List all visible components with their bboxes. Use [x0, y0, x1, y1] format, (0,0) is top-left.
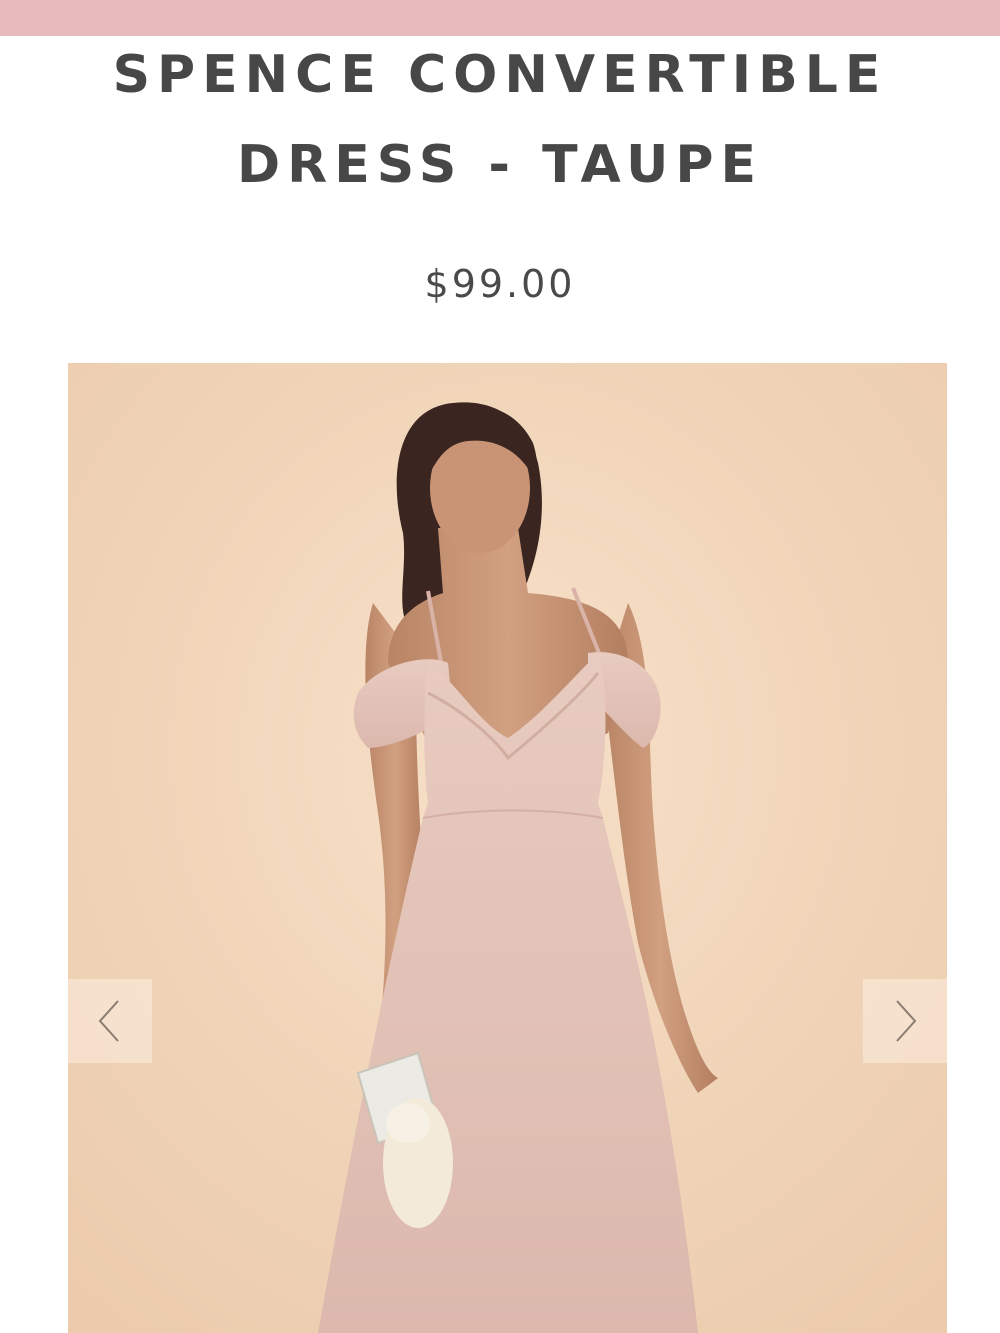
- product-image-carousel[interactable]: [68, 363, 947, 1333]
- product-title: SPENCE CONVERTIBLE DRESS - TAUPE: [0, 30, 1000, 210]
- product-title-line-2: DRESS - TAUPE: [236, 135, 764, 195]
- next-image-button[interactable]: [863, 979, 947, 1063]
- product-price: $99.00: [424, 262, 576, 306]
- previous-image-button[interactable]: [68, 979, 152, 1063]
- chevron-left-icon: [98, 1000, 119, 1042]
- product-page: SPENCE CONVERTIBLE DRESS - TAUPE $99.00: [0, 0, 1000, 1333]
- product-title-line-1: SPENCE CONVERTIBLE: [112, 45, 888, 105]
- chevron-right-icon: [896, 1000, 917, 1042]
- product-photo: [68, 363, 947, 1333]
